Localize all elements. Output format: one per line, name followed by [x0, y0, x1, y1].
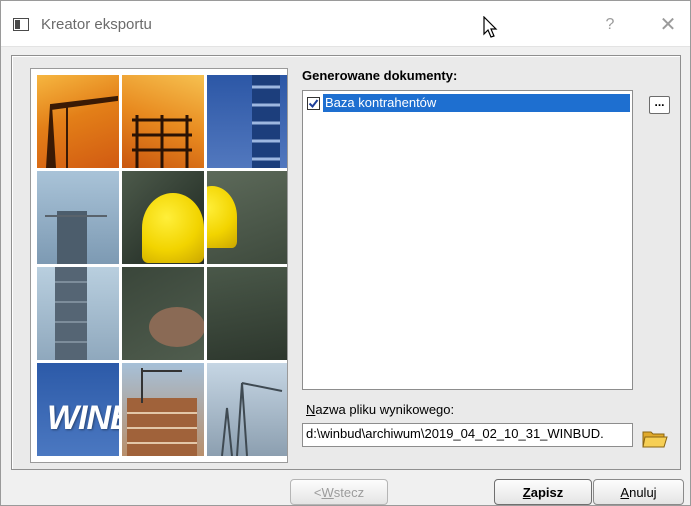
- checkmark-icon: [308, 98, 319, 108]
- close-button[interactable]: ✕: [656, 13, 680, 37]
- banner-tile-blue-frame: [207, 75, 287, 168]
- list-item[interactable]: Baza kontrahentów: [305, 94, 630, 112]
- banner-tile-worker-shoulder: [207, 171, 287, 264]
- help-button[interactable]: ?: [598, 13, 622, 37]
- document-checkbox[interactable]: [307, 96, 320, 110]
- output-file-label: Nazwa pliku wynikowego:: [306, 402, 454, 417]
- cancel-button-label: nuluj: [629, 484, 657, 500]
- output-file-label-accel: N: [306, 402, 316, 417]
- banner-tile-tower: [37, 171, 119, 264]
- open-folder-icon[interactable]: [642, 428, 668, 450]
- back-button[interactable]: < Wstecz: [290, 479, 388, 505]
- banner-tile-crane-sunset: [37, 75, 119, 168]
- cranes-silhouette-icon: [221, 382, 283, 456]
- save-button-accel: Z: [522, 484, 531, 500]
- save-button[interactable]: Zapisz: [494, 479, 592, 505]
- save-button-label: apisz: [530, 484, 564, 500]
- back-button-prefix: <: [313, 484, 322, 500]
- generated-documents-label: Generowane dokumenty:: [302, 68, 458, 83]
- banner-tile-cranes: [207, 363, 287, 456]
- window-icon: [13, 18, 29, 31]
- wizard-banner-image: WINBUD: [30, 68, 288, 463]
- banner-tile-worker-jacket: [207, 267, 287, 360]
- export-wizard-window: Kreator eksportu ? ✕ WIN Generowane doku…: [0, 0, 691, 506]
- window-title: Kreator eksportu: [41, 16, 152, 33]
- banner-tile-logo: WINBUD: [37, 363, 119, 456]
- cancel-button[interactable]: Anuluj: [593, 479, 684, 505]
- title-bar: Kreator eksportu ? ✕: [1, 1, 690, 47]
- more-options-button[interactable]: ...: [649, 96, 670, 114]
- document-item-label: Baza kontrahentów: [323, 94, 630, 112]
- banner-tile-worker-helmet: [122, 171, 204, 264]
- scaffold-silhouette-icon: [132, 115, 192, 168]
- building-frame-icon: [252, 75, 280, 168]
- back-button-label: stecz: [333, 484, 365, 500]
- tower-silhouette-icon: [45, 211, 107, 264]
- winbud-logo: WINBUD: [47, 399, 119, 437]
- output-file-label-text: azwa pliku wynikowego:: [315, 402, 455, 417]
- banner-tile-worker-hand: [122, 267, 204, 360]
- banner-tile-scaffold: [122, 75, 204, 168]
- banner-tile-grid: WINBUD: [37, 75, 287, 456]
- crane-silhouette-icon: [45, 95, 118, 168]
- tower-lower-icon: [55, 267, 87, 360]
- generated-documents-list[interactable]: Baza kontrahentów: [302, 90, 633, 390]
- wizard-content-panel: WINBUD Generowane dokumenty:: [11, 55, 681, 470]
- mouse-pointer-icon: [483, 16, 498, 38]
- banner-tile-brick-building: [122, 363, 204, 456]
- back-button-accel: W: [321, 484, 334, 500]
- cancel-button-accel: A: [620, 484, 630, 500]
- banner-tile-tower-lower: [37, 267, 119, 360]
- output-file-field[interactable]: d:\winbud\archiwum\2019_04_02_10_31_WINB…: [302, 423, 633, 447]
- brick-building-icon: [127, 368, 197, 456]
- hand-silhouette-icon: [149, 307, 204, 347]
